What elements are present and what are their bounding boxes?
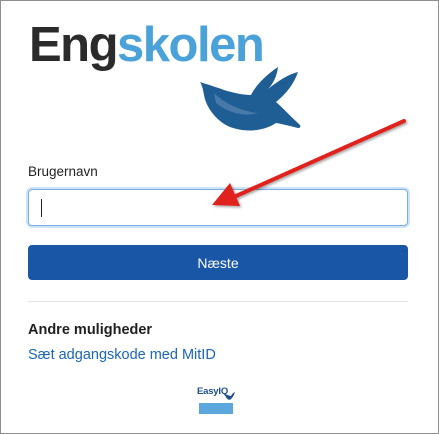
easyiq-logo: EasyIQ [197,386,237,416]
easyiq-bird-icon [225,392,235,400]
username-label: Brugernavn [28,164,98,179]
username-input[interactable] [28,189,408,226]
bird-icon [200,67,301,131]
login-panel: Engskolen Brugernavn Næste Andre mulighe… [0,0,439,434]
next-button[interactable]: Næste [28,245,408,280]
divider [28,301,408,302]
logo-text-eng: Eng [29,18,119,72]
other-options-heading: Andre muligheder [28,322,153,338]
easyiq-logo-text: EasyIQ [197,386,229,397]
text-cursor [41,199,42,217]
easyiq-logo-bar [199,403,233,414]
set-password-mitid-link[interactable]: Sæt adgangskode med MitID [28,347,216,363]
